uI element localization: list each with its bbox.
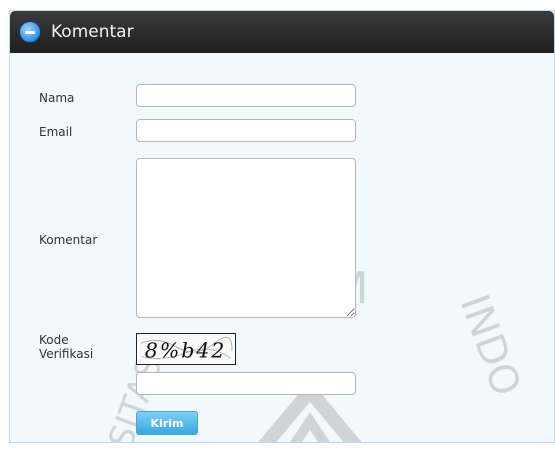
komentar-textarea[interactable] [136,158,356,318]
kirim-button[interactable]: Kirim [136,411,198,435]
email-label: Email [39,125,73,139]
komentar-label: Komentar [39,233,98,247]
captcha-image: 8%b42 [136,333,236,365]
captcha-text: 8%b42 [145,338,227,362]
nama-label: Nama [39,91,75,105]
captcha-input[interactable] [136,372,356,395]
kode-verifikasi-label-line2: Verifikasi [39,347,94,361]
email-input[interactable] [136,119,356,142]
kode-verifikasi-label-line1: Kode [39,333,69,347]
nama-input[interactable] [136,84,356,107]
watermark-text-indo: INDO [451,289,520,402]
panel-header: Komentar [10,11,554,53]
comment-panel: Komentar ISLAM INDO SITAS Nama Email Kom… [9,10,555,443]
panel-title: Komentar [51,22,134,42]
collapse-minus-icon[interactable] [20,22,40,42]
